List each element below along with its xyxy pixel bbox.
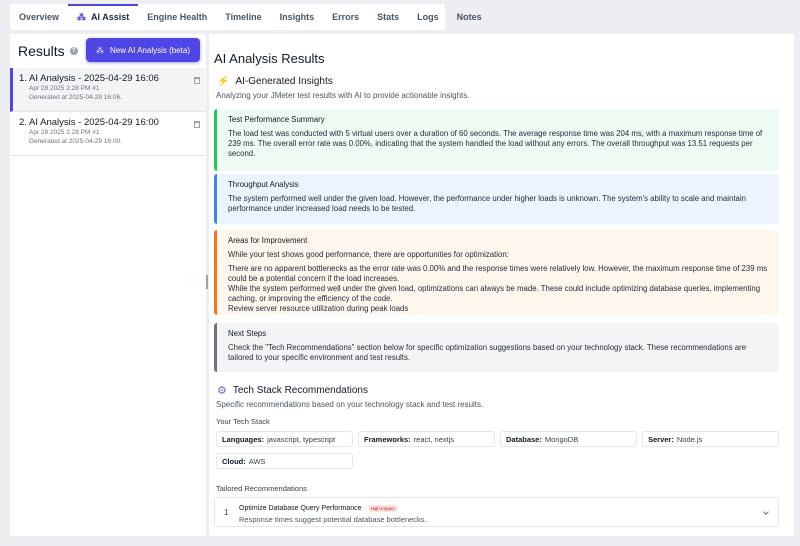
card-line: There are no apparent bottlenecks as the…	[228, 264, 768, 283]
rec-title-row: Optimize Database Query Performance High…	[239, 505, 398, 512]
page-title: AI Analysis Results	[214, 51, 325, 66]
improvement-card: Areas for Improvement While your test sh…	[214, 230, 779, 315]
tab-errors[interactable]: Errors	[323, 4, 368, 30]
tab-label: Engine Health	[147, 12, 208, 22]
run-meta: Apr 28 2025 2.28 PM #1	[29, 129, 100, 136]
tab-ai-assist[interactable]: ⁂ AI Assist	[68, 4, 139, 30]
tab-logs[interactable]: Logs	[408, 4, 448, 30]
tab-label: Timeline	[225, 12, 262, 22]
chip-key: Languages:	[222, 434, 265, 444]
rec-title: Optimize Database Query Performance	[239, 505, 362, 512]
tech-chip: Languages: javascript, typescript	[216, 431, 353, 447]
section-title: AI-Generated Insights	[235, 76, 333, 87]
tech-chip: Frameworks: react, nextjs	[358, 431, 495, 447]
tech-chip: Cloud: AWS	[216, 453, 353, 469]
insights-heading: ⚡ AI-Generated Insights	[217, 76, 333, 87]
chip-value: AWS	[248, 456, 266, 466]
run-list-item[interactable]: 1. AI Analysis - 2025-04-29 16:06 Apr 28…	[10, 68, 206, 112]
card-title: Next Steps	[228, 329, 267, 338]
trash-icon[interactable]	[194, 121, 200, 128]
button-label: New AI Analysis (beta)	[109, 45, 191, 55]
card-body: The system performed well under the give…	[228, 194, 746, 213]
tab-label: Logs	[417, 12, 439, 22]
resize-handle[interactable]	[206, 275, 208, 289]
tab-label: Insights	[279, 12, 315, 22]
card-line: Review server resource utilization durin…	[228, 304, 409, 313]
tech-chip: Database: MongoDB	[500, 431, 637, 447]
chip-key: Cloud:	[222, 456, 246, 466]
analysis-panel: AI Analysis Results ⚡ AI-Generated Insig…	[209, 34, 794, 536]
chevron-down-icon[interactable]	[763, 509, 769, 515]
card-title: Areas for Improvement	[228, 236, 308, 245]
tab-label: AI Assist	[91, 12, 130, 22]
chip-key: Database:	[506, 434, 542, 444]
card-line: While the system performed well under th…	[228, 284, 761, 303]
help-icon[interactable]: ?	[69, 47, 78, 55]
sparkle-icon: ⁂	[77, 11, 87, 22]
bolt-icon: ⚡	[217, 76, 230, 87]
gear-icon: ⚙	[217, 385, 227, 397]
card-title: Throughput Analysis	[228, 180, 299, 189]
chip-key: Server:	[648, 434, 674, 444]
run-title: 2. AI Analysis - 2025-04-29 16:00	[19, 117, 159, 128]
run-list-item[interactable]: 2. AI Analysis - 2025-04-29 16:00 Apr 28…	[10, 112, 206, 156]
tab-engine-health[interactable]: Engine Health	[138, 4, 216, 30]
tab-label: Overview	[19, 12, 60, 22]
tab-timeline[interactable]: Timeline	[216, 4, 270, 30]
rec-description: Response times suggest potential databas…	[239, 515, 427, 524]
tech-chip: Server: Node.js	[642, 431, 779, 447]
trash-icon[interactable]	[194, 77, 200, 84]
chip-value: Node.js	[676, 434, 703, 444]
run-generated: Generated at 2025-04-29 16:00.	[29, 138, 122, 145]
new-ai-analysis-button[interactable]: ⁂ New AI Analysis (beta)	[86, 38, 200, 62]
tab-insights[interactable]: Insights	[271, 4, 324, 30]
tab-notes[interactable]: Notes	[448, 4, 491, 30]
run-generated: Generated at 2025-04-29 16:06.	[29, 94, 122, 101]
chip-key: Frameworks:	[364, 434, 411, 444]
chip-value: react, nextjs	[413, 434, 455, 444]
run-meta: Apr 28 2025 2.28 PM #1	[29, 85, 100, 92]
insights-subtitle: Analyzing your JMeter test results with …	[216, 91, 470, 100]
tab-overview[interactable]: Overview	[10, 4, 68, 30]
chip-value: MongoDB	[544, 434, 579, 444]
recommendation-item[interactable]: 1 Optimize Database Query Performance Hi…	[214, 497, 779, 527]
tech-stack-label: Your Tech Stack	[216, 417, 270, 426]
tech-heading: ⚙ Tech Stack Recommendations	[217, 384, 368, 397]
sidebar-title: Results	[18, 43, 65, 59]
card-body: Check the "Tech Recommendations" section…	[228, 343, 747, 362]
tech-subtitle: Specific recommendations based on your t…	[216, 400, 484, 409]
tab-label: Notes	[456, 12, 482, 22]
sparkle-icon: ⁂	[95, 45, 104, 55]
chip-value: javascript, typescript	[267, 434, 336, 444]
card-body: The load test was conducted with 5 virtu…	[228, 129, 763, 158]
impact-badge: High Impact	[367, 505, 398, 512]
tab-bar: Overview ⁂ AI Assist Engine Health Timeli…	[10, 4, 482, 30]
tab-label: Stats	[377, 12, 400, 22]
tailored-label: Tailored Recommendations	[216, 484, 307, 493]
rec-number: 1	[224, 508, 229, 517]
card-title: Test Performance Summary	[228, 115, 325, 124]
throughput-card: Throughput Analysis The system performed…	[214, 174, 779, 224]
results-sidebar: Results ? ⁂ New AI Analysis (beta) 1. AI…	[10, 34, 206, 536]
next-steps-card: Next Steps Check the "Tech Recommendatio…	[214, 323, 779, 372]
tab-stats[interactable]: Stats	[368, 4, 408, 30]
section-title: Tech Stack Recommendations	[232, 385, 368, 396]
summary-card: Test Performance Summary The load test w…	[214, 109, 779, 171]
tab-label: Errors	[332, 12, 360, 22]
run-title: 1. AI Analysis - 2025-04-29 16:06	[19, 73, 159, 84]
card-intro: While your test shows good performance, …	[228, 250, 509, 259]
